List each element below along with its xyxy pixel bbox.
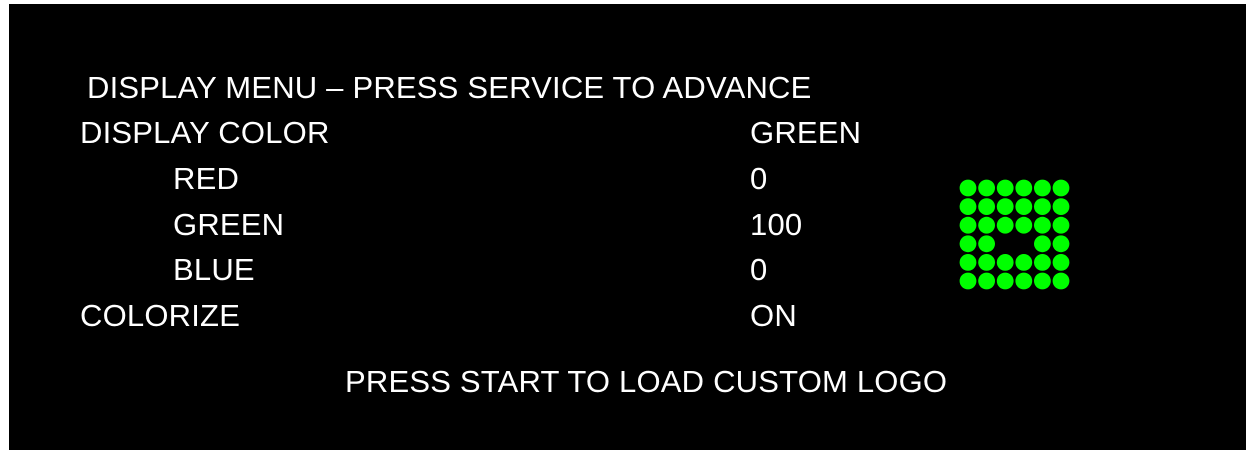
matrix-dot: [1052, 235, 1070, 253]
matrix-dot: [959, 198, 977, 215]
dot-matrix-svg: [959, 179, 1070, 290]
matrix-dot: [1034, 198, 1051, 215]
red-value: 0: [750, 161, 768, 196]
matrix-dot: [1015, 216, 1033, 234]
matrix-dot: [978, 254, 995, 271]
menu-title: DISPLAY MENU – PRESS SERVICE TO ADVANCE: [87, 70, 812, 105]
colorize-value: ON: [750, 298, 797, 333]
matrix-dot: [996, 254, 1014, 271]
matrix-dot: [996, 216, 1014, 234]
matrix-dot: [959, 272, 977, 290]
dot-matrix-preview-icon: [958, 178, 1074, 294]
matrix-dot: [1034, 235, 1051, 253]
matrix-dot: [1034, 216, 1051, 234]
matrix-dot: [1034, 272, 1051, 290]
matrix-dot: [1015, 179, 1033, 197]
matrix-dot: [959, 254, 977, 271]
matrix-dot: [978, 198, 995, 215]
matrix-dot: [1015, 272, 1033, 290]
matrix-dot: [1052, 198, 1070, 215]
matrix-dot: [959, 216, 977, 234]
blue-label: BLUE: [173, 252, 255, 287]
green-label: GREEN: [173, 207, 285, 242]
matrix-dot: [1034, 179, 1051, 197]
footer-instruction: PRESS START TO LOAD CUSTOM LOGO: [345, 364, 948, 399]
matrix-dot: [978, 179, 995, 197]
colorize-label: COLORIZE: [80, 298, 241, 333]
matrix-dot: [978, 272, 995, 290]
display-color-label: DISPLAY COLOR: [80, 115, 330, 150]
display-color-value: GREEN: [750, 115, 862, 150]
matrix-dot: [1015, 198, 1033, 215]
matrix-dot: [1052, 272, 1070, 290]
matrix-dot: [996, 198, 1014, 215]
matrix-dot: [996, 272, 1014, 290]
matrix-dot: [1015, 254, 1033, 271]
matrix-dot: [1052, 216, 1070, 234]
green-value: 100: [750, 207, 803, 242]
matrix-dot: [1052, 179, 1070, 197]
matrix-dot: [959, 179, 977, 197]
matrix-dot: [996, 179, 1014, 197]
blue-value: 0: [750, 252, 768, 287]
matrix-dot: [1052, 254, 1070, 271]
matrix-dot: [978, 235, 995, 253]
matrix-dot: [959, 235, 977, 253]
matrix-dot: [1034, 254, 1051, 271]
matrix-dot: [978, 216, 995, 234]
red-label: RED: [173, 161, 240, 196]
